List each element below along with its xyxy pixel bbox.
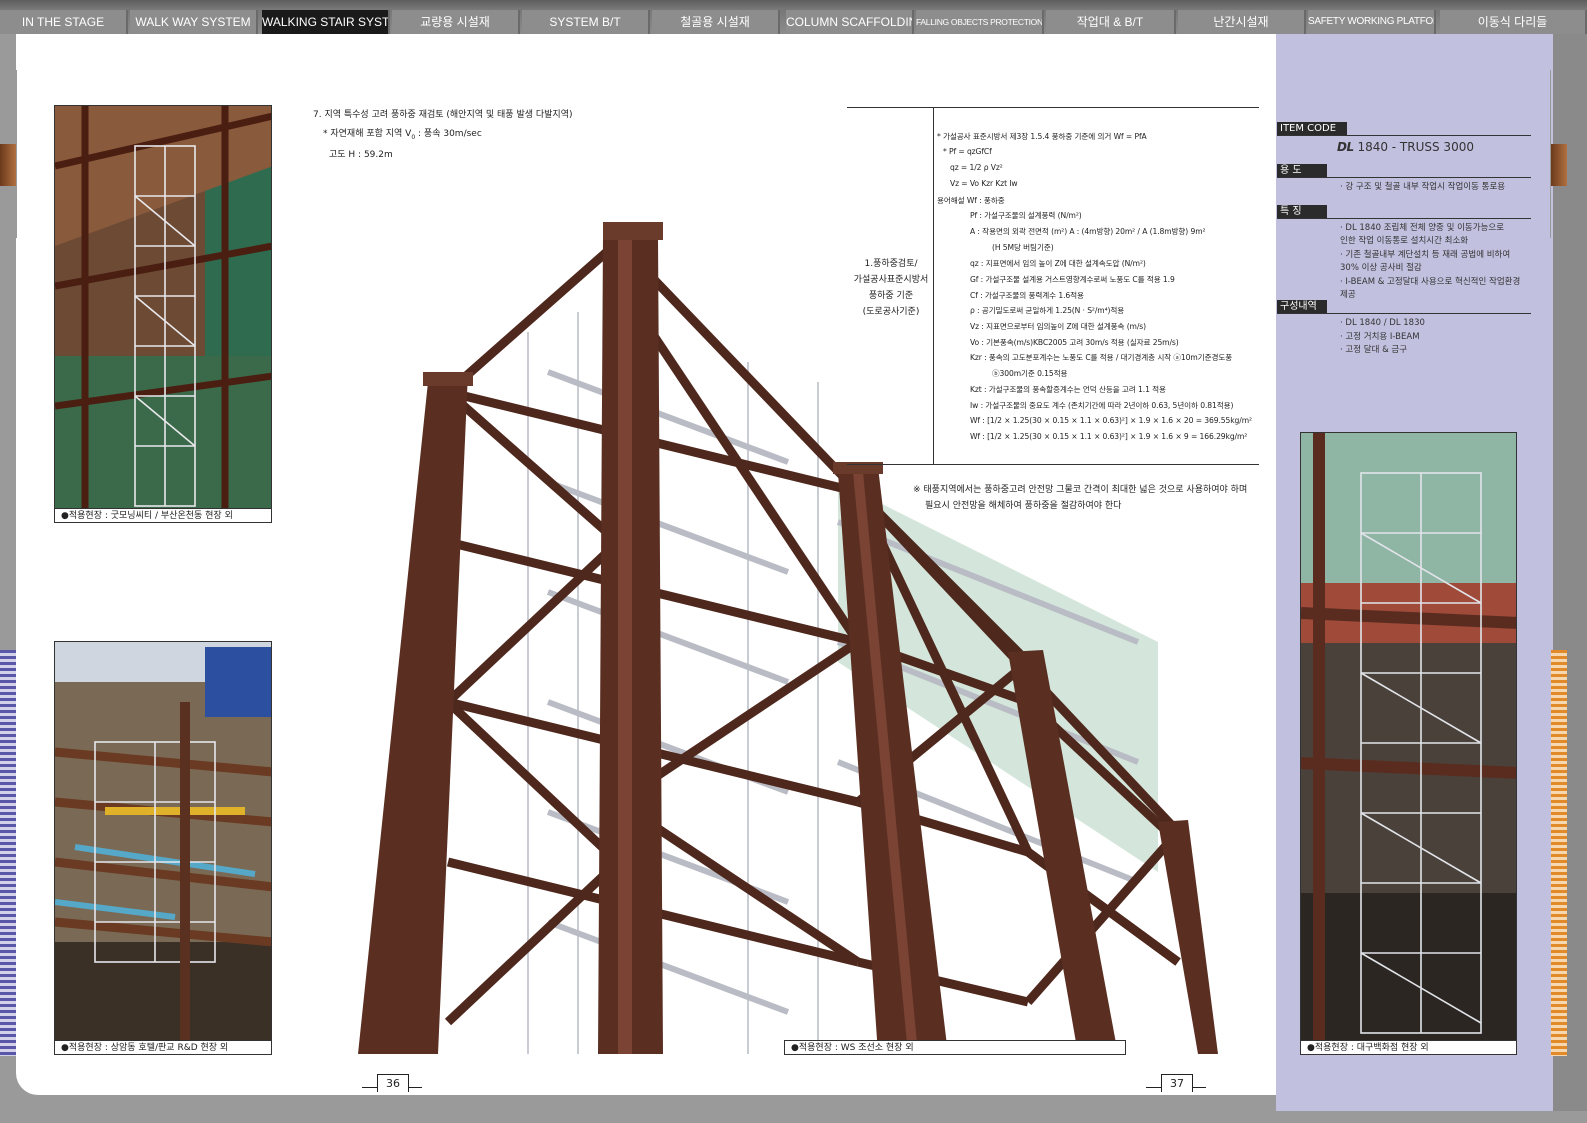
spec-line: * Pf = qzGfCf	[943, 147, 992, 156]
caption-bottom-left: ●적용현장 : 상암동 호텔/판교 R&D 현장 외	[54, 1040, 272, 1055]
item-code-label: ITEM CODE	[1277, 122, 1347, 135]
spec-line: 용어해설 Wf : 풍하중	[937, 196, 1005, 205]
photo-right	[1300, 432, 1517, 1042]
tab-steel-facility[interactable]: 철골용 시설재	[652, 10, 780, 34]
spec-line: Cf : 가설구조물의 풍력계수 1.6적용	[970, 291, 1084, 300]
feature-rule	[1277, 218, 1531, 219]
spec-line: Kzt : 가설구조물의 풍속할증계수는 언덕 산등을 고려 1.1 적용	[970, 385, 1166, 394]
caption-center: ●적용현장 : WS 조선소 현장 외	[784, 1040, 1126, 1055]
typhoon-note-line2: 필요시 안전망을 해체하여 풍하중을 절감하여야 한다	[925, 501, 1122, 511]
page-number-right: 37	[1161, 1074, 1193, 1092]
spec-line: Wf : [1/2 × 1.25(30 × 0.15 × 1.1 × 0.63)…	[970, 416, 1252, 425]
tab-in-the-stage[interactable]: IN THE STAGE	[0, 10, 128, 34]
feature-item: · DL 1840 조립체 전체 양중 및 이동가능으로	[1340, 223, 1505, 233]
feature-item: 제공	[1340, 290, 1356, 300]
spec-line: Pf : 가설구조물의 설계풍력 (N/m²)	[970, 211, 1082, 220]
usage-label: 용 도	[1277, 164, 1327, 177]
tab-column-scaffolding[interactable]: COLUMN SCAFFOLDING	[786, 10, 914, 34]
tab-walk-way-system[interactable]: WALK WAY SYSTEM	[130, 10, 258, 34]
right-edge-stripes	[1551, 650, 1567, 1056]
spec-line: Vz = Vo Kzr Kzt Iw	[950, 179, 1018, 188]
left-edge-stripes	[0, 650, 16, 1056]
feature-label: 특 징	[1277, 205, 1327, 218]
photo-bottom-left	[54, 641, 272, 1041]
spec-line: A : 작용면의 외곽 전면적 (m²) A : (4m방향) 20m² / A…	[970, 227, 1206, 236]
typhoon-note-line1: ※ 태풍지역에서는 풍하중고려 안전망 그물코 간격이 최대한 넓은 것으로 사…	[913, 485, 1248, 495]
right-margin-rule	[1550, 70, 1551, 238]
spec-line: ρ : 공기밀도로써 균일하게 1.25(N · S²/m⁴)적용	[970, 306, 1125, 315]
tab-workbench-bt[interactable]: 작업대 & B/T	[1046, 10, 1176, 34]
feature-item: · I-BEAM & 고정달대 사용으로 혁신적인 작업환경	[1340, 277, 1521, 287]
tab-mobile-ladder[interactable]: 이동식 다리들	[1440, 10, 1587, 34]
usage-rule	[1277, 177, 1531, 178]
caption-right: ●적용현장 : 대구백화점 현장 외	[1300, 1040, 1517, 1055]
left-margin-rule	[16, 70, 17, 238]
caption-top-left: ●적용현장 : 굿모닝씨티 / 부산온천동 현장 외	[54, 508, 272, 523]
spec-line: qz = 1/2 ρ Vz²	[950, 163, 1003, 172]
section-heading: 7. 지역 특수성 고려 풍하중 재검토 (해안지역 및 태풍 발생 다발지역)	[313, 110, 573, 120]
composition-label: 구성내역	[1277, 300, 1327, 313]
photo-top-left	[54, 105, 272, 509]
spec-line: Iw : 가설구조물의 중요도 계수 (존치기간에 따라 2년이하 0.63, …	[970, 401, 1234, 410]
feature-item: 인한 작업 이동통로 설치시간 최소화	[1340, 236, 1469, 246]
altitude-line: 고도 H : 59.2m	[329, 150, 393, 160]
page-number-left: 36	[377, 1074, 409, 1092]
spec-line: (H 5M당 버팀기준)	[992, 243, 1054, 252]
feature-item: 30% 이상 공사비 절감	[1340, 263, 1422, 273]
spec-line: ⓑ300m기준 0.15적용	[992, 369, 1068, 378]
spec-line: Gf : 가설구조물 설계용 거스트영향계수로써 노풍도 C를 적용 1.9	[970, 275, 1175, 284]
spec-line: qz : 지표면에서 임의 높이 Z에 대한 설계속도압 (N/m²)	[970, 259, 1146, 268]
left-edge-thumb	[0, 144, 16, 186]
spec-line: * 가설공사 표준시방서 제3장 1.5.4 풍하중 기준에 의거 Wf = P…	[937, 132, 1147, 141]
composition-item: · DL 1840 / DL 1830	[1340, 318, 1425, 328]
spec-line: Vo : 기본풍속(m/s)KBC2005 고려 30m/s 적용 (실자료 2…	[970, 338, 1179, 347]
spec-top-rule	[847, 107, 1259, 108]
spec-bottom-rule	[847, 464, 1259, 465]
spec-line: Kzr : 풍속의 고도분포계수는 노풍도 C를 적용 / 대기경계층 시작 ⓐ…	[970, 353, 1233, 362]
item-code-value: DL 1840 - TRUSS 3000	[1337, 140, 1474, 154]
composition-rule	[1277, 313, 1531, 314]
composition-item: · 고정 달대 & 금구	[1340, 345, 1408, 355]
right-edge-thumb	[1551, 144, 1567, 186]
spec-line: Vz : 지표면으로부터 임의높이 Z에 대한 설계풍속 (m/s)	[970, 322, 1147, 331]
tab-system-bt[interactable]: SYSTEM B/T	[522, 10, 650, 34]
tab-bridge-facility[interactable]: 교량용 시설재	[392, 10, 520, 34]
composition-item: · 고정 거치용 I-BEAM	[1340, 332, 1420, 342]
tab-safety-working-platform[interactable]: SAFETY WORKING PLATFORM	[1308, 10, 1436, 34]
wind-speed-line: * 자연재해 포함 지역 V0 : 풍속 30m/sec	[323, 129, 482, 141]
feature-item: · 기존 철골내부 계단설치 등 재래 공법에 비하여	[1340, 250, 1511, 260]
tab-walking-stair-system[interactable]: WALKING STAIR SYSTEM	[262, 10, 390, 34]
tab-railing-facility[interactable]: 난간시설재	[1178, 10, 1306, 34]
spec-line: Wf : [1/2 × 1.25(30 × 0.15 × 1.1 × 0.63)…	[970, 432, 1248, 441]
usage-text: · 강 구조 및 철골 내부 작업시 작업이동 통로용	[1340, 182, 1506, 192]
item-code-rule	[1277, 135, 1531, 136]
tab-falling-objects-protection[interactable]: FALLING OBJECTS PROTECTION PLATFORM	[916, 10, 1044, 34]
tab-bar: IN THE STAGE WALK WAY SYSTEM WALKING STA…	[0, 0, 1587, 34]
wind-load-review-label: 1.풍하중검토/ 가설공사표준시방서 풍하중 기준 (도로공사기준)	[853, 259, 929, 317]
